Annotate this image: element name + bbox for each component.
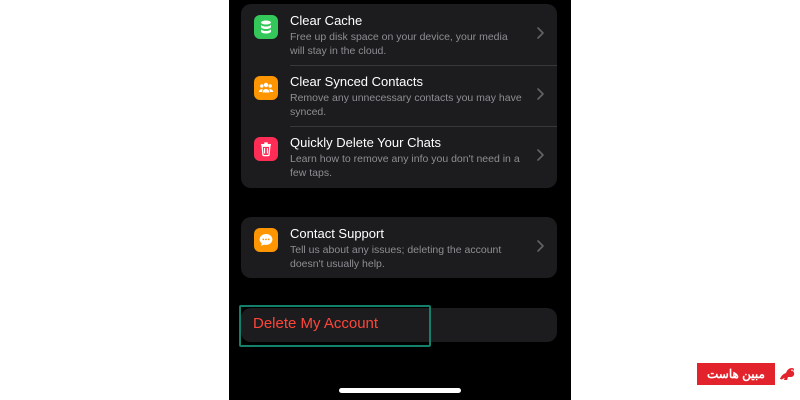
home-indicator[interactable]	[339, 388, 461, 393]
chevron-right-icon	[537, 27, 544, 39]
row-title: Clear Synced Contacts	[290, 74, 423, 89]
chevron-right-icon	[537, 240, 544, 252]
row-title: Quickly Delete Your Chats	[290, 135, 442, 150]
support-group: Contact Support Tell us about any issues…	[241, 217, 557, 278]
row-title: Clear Cache	[290, 13, 363, 28]
row-subtitle: Remove any unnecessary contacts you may …	[290, 92, 522, 118]
row-title: Contact Support	[290, 226, 384, 241]
row-subtitle: Learn how to remove any info you don't n…	[290, 153, 520, 179]
contact-support-row[interactable]: Contact Support Tell us about any issues…	[241, 217, 557, 278]
database-icon	[254, 15, 278, 39]
quickly-delete-chats-row[interactable]: Quickly Delete Your Chats Learn how to r…	[241, 126, 557, 187]
people-icon	[254, 76, 278, 100]
watermark-logo-icon	[780, 368, 795, 380]
options-group: Clear Cache Free up disk space on your d…	[241, 4, 557, 188]
chevron-right-icon	[537, 88, 544, 100]
row-subtitle: Free up disk space on your device, your …	[290, 31, 508, 57]
row-subtitle: Tell us about any issues; deleting the a…	[290, 244, 502, 270]
watermark: مبین هاست	[697, 363, 800, 385]
watermark-text: مبین هاست	[697, 363, 775, 385]
trash-icon	[254, 137, 278, 161]
chat-bubble-icon	[254, 228, 278, 252]
chevron-right-icon	[537, 149, 544, 161]
highlight-box	[239, 305, 431, 347]
clear-synced-contacts-row[interactable]: Clear Synced Contacts Remove any unneces…	[241, 65, 557, 126]
clear-cache-row[interactable]: Clear Cache Free up disk space on your d…	[241, 4, 557, 65]
